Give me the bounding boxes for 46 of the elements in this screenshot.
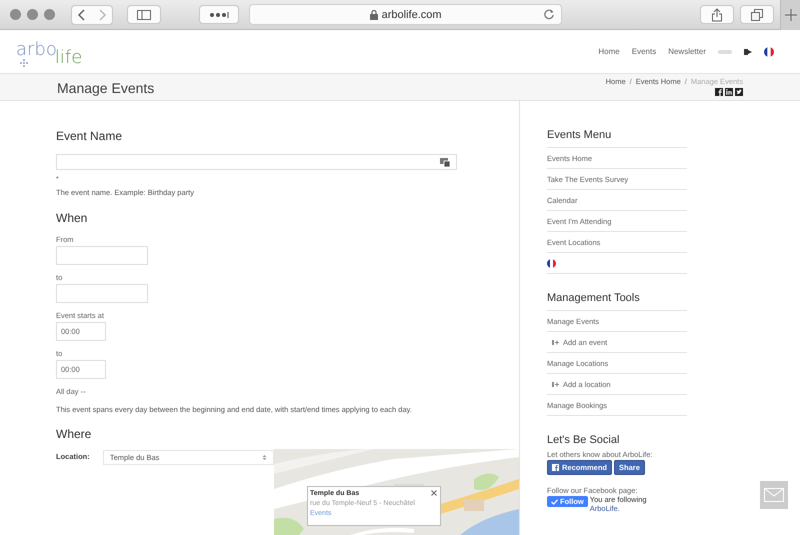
share-icon (711, 8, 724, 22)
extensions-button[interactable] (199, 5, 239, 24)
close-icon[interactable] (10, 9, 21, 20)
flag-icon[interactable] (764, 46, 774, 56)
add-icon (552, 382, 559, 386)
facebook-icon[interactable] (715, 88, 723, 96)
twitter-icon[interactable] (735, 88, 743, 96)
mail-icon (764, 488, 784, 502)
date-field[interactable] (56, 284, 148, 303)
check-icon (551, 498, 558, 504)
dots-icon (209, 12, 229, 18)
sidebar-heading: Management Tools (547, 292, 687, 311)
flag-icon[interactable] (547, 258, 556, 268)
event-name-field[interactable] (56, 154, 457, 170)
tabs-icon (751, 8, 764, 20)
card-icon[interactable] (440, 158, 450, 166)
toggle-icon[interactable] (718, 48, 732, 56)
nav-link[interactable]: Newsletter (668, 47, 706, 56)
sidebar-heading: Events Menu (547, 129, 687, 148)
logout-icon[interactable] (744, 48, 752, 56)
linkedin-icon[interactable] (725, 88, 733, 96)
nav-link[interactable]: Events (632, 47, 656, 56)
section-heading: Event Name (56, 129, 124, 143)
sidebar-icon (137, 10, 151, 20)
add-icon (552, 340, 559, 344)
date-field[interactable] (56, 246, 148, 265)
tabs-button[interactable] (740, 5, 774, 24)
zoom-icon[interactable] (44, 9, 55, 20)
address-bar[interactable]: arbolife.com (249, 4, 562, 25)
sidebar-button[interactable] (127, 5, 161, 24)
page-title: Manage Events (57, 79, 154, 98)
share-button[interactable] (700, 5, 734, 24)
plus-icon (784, 8, 797, 20)
logo[interactable]: arbolife (16, 36, 82, 66)
new-tab-button[interactable] (780, 0, 800, 30)
lock-icon (370, 10, 378, 20)
minimize-icon[interactable] (27, 9, 38, 20)
select-arrows-icon (262, 454, 267, 461)
close-icon[interactable] (431, 490, 437, 496)
sidebar-heading: Let's Be Social (547, 434, 620, 448)
url-text: arbolife.com (382, 8, 442, 20)
nav-link[interactable]: Home (598, 47, 620, 56)
facebook-icon (552, 464, 559, 471)
reload-icon[interactable] (543, 8, 556, 20)
section-heading: Where (56, 427, 92, 441)
section-heading: When (56, 211, 88, 225)
